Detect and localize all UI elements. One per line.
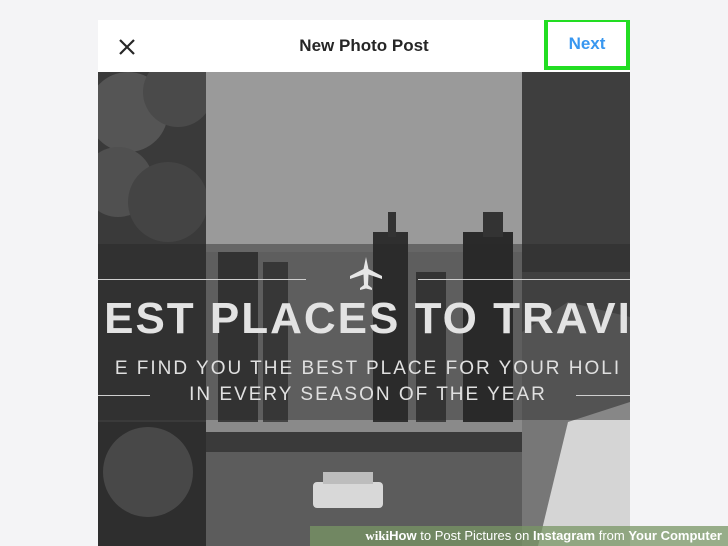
new-photo-post-dialog: New Photo Post Next EST PLACES TO TRAVI …: [98, 20, 630, 546]
watermark-text-1: to Post Pictures on: [416, 528, 533, 543]
airplane-icon: [350, 257, 382, 290]
next-button[interactable]: Next: [544, 20, 630, 70]
watermark-text-2: Instagram: [532, 528, 596, 543]
photo-headline: EST PLACES TO TRAVI: [104, 294, 630, 343]
headline-rule-left: [98, 279, 306, 280]
watermark-text-3: from: [595, 528, 629, 543]
photo-subline-1: E FIND YOU THE BEST PLACE FOR YOUR HOLI: [114, 358, 622, 379]
dialog-header: New Photo Post Next: [98, 20, 630, 73]
headline-rule-right: [418, 279, 630, 280]
wikihow-watermark: wikiHow to Post Pictures on Instagram fr…: [365, 526, 722, 546]
watermark-text-4: Your Computer: [628, 528, 722, 543]
photo-subline-2: IN EVERY SEASON OF THE YEAR: [189, 384, 547, 405]
photo-preview: EST PLACES TO TRAVI E FIND YOU THE BEST …: [98, 72, 630, 546]
watermark-brand: wiki: [365, 528, 390, 543]
watermark-how: How: [389, 528, 417, 543]
